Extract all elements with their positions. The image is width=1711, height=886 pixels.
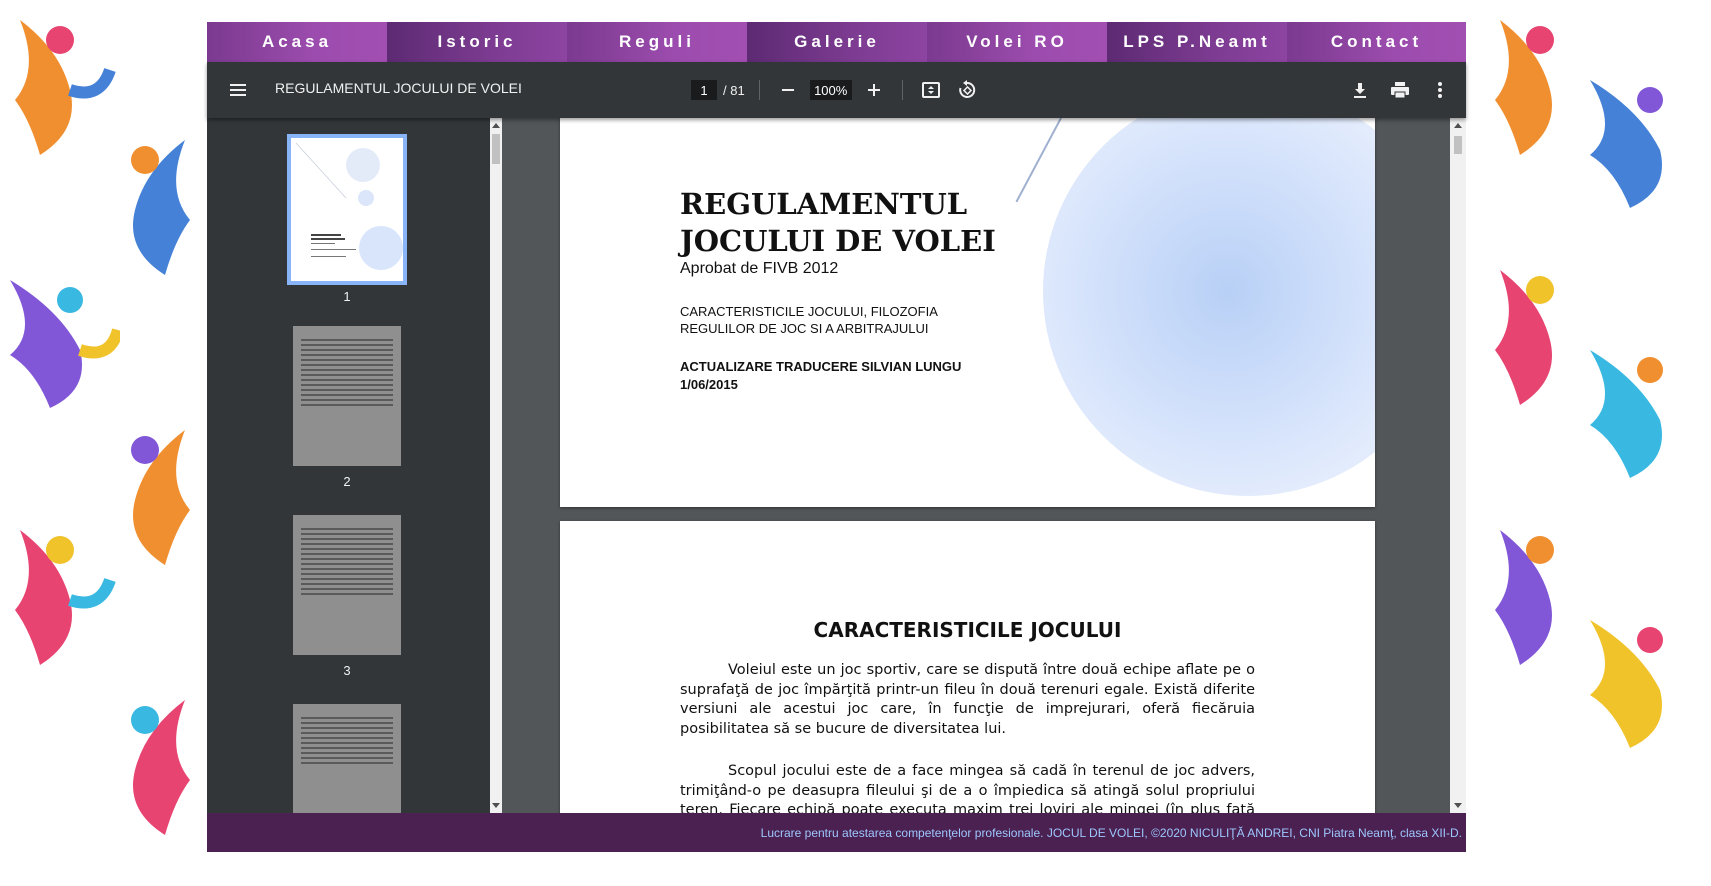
- print-icon[interactable]: [1386, 76, 1414, 104]
- decorative-player-figure: [85, 420, 205, 570]
- plus-icon[interactable]: [860, 76, 888, 104]
- pdf-viewer: REGULAMENTUL JOCULUI DE VOLEI / 81: [207, 62, 1466, 813]
- thumbnail-sidebar: 1 2 3: [207, 118, 490, 813]
- thumbnail-1[interactable]: 1: [287, 134, 407, 304]
- thumbnail-number: 3: [343, 663, 351, 678]
- toolbar-separator: [758, 80, 760, 100]
- top-navigation: Acasa Istoric Reguli Galerie Volei RO LP…: [207, 22, 1466, 62]
- cover-subtitle: Aprobat de FIVB 2012: [680, 260, 839, 277]
- toolbar-separator: [901, 80, 903, 100]
- nav-lps-pneamt[interactable]: LPS P.Neamt: [1107, 22, 1287, 62]
- cover-title-line2: JOCULUI DE VOLEI: [680, 224, 996, 258]
- thumbnail-image[interactable]: [293, 326, 401, 466]
- page-controls: / 81: [691, 76, 981, 104]
- nav-reguli[interactable]: Reguli: [567, 22, 747, 62]
- nav-volei-ro[interactable]: Volei RO: [927, 22, 1107, 62]
- document-scrollbar[interactable]: [1450, 118, 1466, 813]
- footer-text: Lucrare pentru atestarea competenţelor p…: [760, 825, 1462, 840]
- scroll-up-icon[interactable]: [492, 123, 500, 128]
- thumbnail-4[interactable]: [287, 704, 407, 813]
- page2-paragraph-1: Voleiul este un joc sportiv, care se dis…: [680, 662, 1255, 737]
- thumbnail-number: 1: [343, 289, 351, 304]
- more-vert-icon[interactable]: [1426, 76, 1454, 104]
- scrollbar-thumb[interactable]: [1454, 136, 1462, 154]
- decorative-player-figure: [1580, 330, 1700, 480]
- scrollbar-thumb[interactable]: [492, 134, 500, 164]
- document-area: REGULAMENTUL JOCULUI DE VOLEI Aprobat de…: [502, 118, 1450, 813]
- cover-update: ACTUALIZARE TRADUCERE SILVIAN LUNGU 1/06…: [680, 358, 980, 394]
- nav-galerie[interactable]: Galerie: [747, 22, 927, 62]
- cover-description: CARACTERISTICILE JOCULUI, FILOZOFIA REGU…: [680, 304, 938, 336]
- decorative-player-figure: [1580, 600, 1700, 750]
- zoom-input[interactable]: [809, 80, 852, 100]
- scroll-down-icon[interactable]: [1454, 803, 1462, 808]
- menu-icon[interactable]: [227, 78, 251, 102]
- pdf-page-1: REGULAMENTUL JOCULUI DE VOLEI Aprobat de…: [560, 118, 1375, 507]
- scroll-up-icon[interactable]: [1454, 123, 1462, 128]
- nav-acasa[interactable]: Acasa: [207, 22, 387, 62]
- cover-title-line1: REGULAMENTUL: [680, 187, 968, 221]
- document-title: REGULAMENTUL JOCULUI DE VOLEI: [275, 80, 522, 96]
- thumbnail-image[interactable]: [293, 704, 401, 813]
- thumbnail-2[interactable]: 2: [287, 326, 407, 489]
- page2-heading: CARACTERISTICILE JOCULUI: [813, 618, 1122, 642]
- page-container: Acasa Istoric Reguli Galerie Volei RO LP…: [207, 22, 1466, 852]
- thumbnail-3[interactable]: 3: [287, 515, 407, 678]
- nav-istoric[interactable]: Istoric: [387, 22, 567, 62]
- rotate-icon[interactable]: [953, 76, 981, 104]
- scroll-down-icon[interactable]: [492, 803, 500, 808]
- download-icon[interactable]: [1346, 76, 1374, 104]
- decorative-player-figure: [1580, 60, 1700, 210]
- thumbnail-image[interactable]: [293, 515, 401, 655]
- decorative-circle: [1043, 118, 1375, 496]
- site-footer: Lucrare pentru atestarea competenţelor p…: [207, 813, 1466, 852]
- page-total: / 81: [723, 82, 745, 98]
- nav-contact[interactable]: Contact: [1287, 22, 1466, 62]
- decorative-player-figure: [85, 690, 205, 840]
- toolbar-actions: [1346, 76, 1454, 104]
- decorative-line: [1015, 118, 1062, 203]
- cover-title: REGULAMENTUL JOCULUI DE VOLEI: [680, 186, 996, 260]
- decorative-player-figure: [0, 260, 124, 410]
- decorative-player-figure: [85, 130, 205, 280]
- pdf-page-2: CARACTERISTICILE JOCULUI Voleiul este un…: [560, 521, 1375, 813]
- sidebar-scrollbar[interactable]: [490, 118, 502, 813]
- pdf-toolbar: REGULAMENTUL JOCULUI DE VOLEI / 81: [207, 62, 1466, 118]
- page-number-input[interactable]: [691, 80, 717, 100]
- page2-paragraph-2: Scopul jocului este de a face mingea să …: [680, 763, 1255, 813]
- cover-update-line1: ACTUALIZARE TRADUCERE SILVIAN LUNGU: [680, 359, 962, 374]
- fit-page-icon[interactable]: [917, 76, 945, 104]
- thumbnail-image[interactable]: [287, 134, 407, 285]
- minus-icon[interactable]: [774, 76, 802, 104]
- thumbnail-number: 2: [343, 474, 351, 489]
- cover-update-line2: 1/06/2015: [680, 377, 738, 392]
